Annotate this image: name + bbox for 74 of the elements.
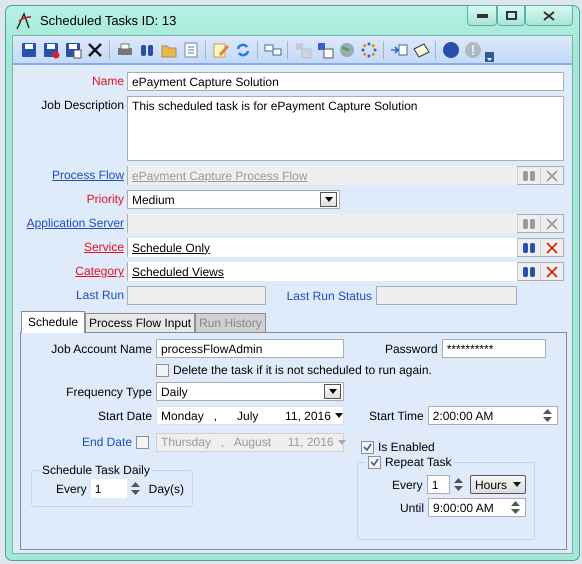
field-link[interactable]: Category xyxy=(75,262,124,281)
maximize-button[interactable] xyxy=(497,5,525,26)
close-icon xyxy=(546,218,558,230)
unit-label: Day(s) xyxy=(148,482,184,496)
caret-icon xyxy=(324,197,332,202)
caret-icon xyxy=(338,440,346,444)
grid-icon[interactable] xyxy=(316,40,334,58)
floppy-icon[interactable] xyxy=(64,40,82,58)
number-field[interactable]: 1 xyxy=(426,475,450,494)
caret-icon xyxy=(513,482,521,487)
floppy-icon[interactable] xyxy=(42,40,60,58)
close-icon xyxy=(546,170,558,182)
close-button[interactable] xyxy=(525,5,573,26)
spinner-icon[interactable] xyxy=(454,476,466,493)
field-label: Name xyxy=(92,73,124,90)
floppy-icon[interactable] xyxy=(20,40,38,58)
field-label: Last Run Status xyxy=(286,288,372,302)
tab[interactable]: Schedule xyxy=(21,311,86,333)
logo-icon xyxy=(16,12,32,30)
date-picker[interactable]: Monday , July 11, 2016 xyxy=(156,406,344,425)
field-link[interactable]: Service xyxy=(84,238,124,257)
caret-icon xyxy=(334,413,343,418)
text-field[interactable]: processFlowAdmin xyxy=(156,339,344,358)
number-field[interactable]: 1 xyxy=(90,479,128,498)
field-label: Every xyxy=(392,478,423,492)
field-label: Password xyxy=(385,342,438,356)
dropdown-button[interactable] xyxy=(320,192,337,207)
list-icon[interactable] xyxy=(182,40,200,58)
checkbox[interactable] xyxy=(156,364,169,376)
field-label: Start Date xyxy=(96,408,152,422)
field-label: Last Run xyxy=(76,287,124,304)
field-label: End Date xyxy=(80,435,132,449)
minimize-button[interactable] xyxy=(467,5,497,26)
window-title: Scheduled Tasks ID: 13 xyxy=(40,13,178,28)
field-label: Frequency Type xyxy=(65,384,152,398)
minimize-icon xyxy=(476,14,488,18)
field-label: Job Description xyxy=(41,97,124,114)
tab[interactable]: Process Flow Input xyxy=(85,313,196,332)
time-field[interactable]: 9:00:00 AM xyxy=(428,498,526,517)
group-title: Schedule Task Daily xyxy=(41,463,151,477)
lookup-field[interactable]: Schedule Only xyxy=(127,238,564,257)
maximize-icon xyxy=(506,11,516,20)
checkbox-label: Delete the task if it is not scheduled to run again. xyxy=(173,363,432,377)
time-field[interactable]: 2:00:00 AM xyxy=(428,406,558,425)
search-button[interactable] xyxy=(517,239,540,256)
field-label: Start Time xyxy=(369,408,424,422)
checkbox-label: Is Enabled xyxy=(378,440,435,454)
close-icon xyxy=(543,10,555,20)
checkbox[interactable] xyxy=(361,440,374,454)
dots-icon[interactable] xyxy=(360,40,378,58)
password-field[interactable]: ********** xyxy=(442,339,546,358)
caret-icon xyxy=(328,389,336,394)
field-label: Every xyxy=(56,482,87,496)
note-icon[interactable] xyxy=(412,40,430,58)
checkbox-label: Repeat Task xyxy=(385,455,452,469)
dropdown[interactable]: Medium xyxy=(127,190,340,209)
dropdown[interactable]: Daily xyxy=(156,382,344,401)
search-button[interactable] xyxy=(517,263,540,280)
close-icon xyxy=(546,266,558,278)
field-label: Priority xyxy=(86,191,124,208)
text-area[interactable]: This scheduled task is for ePayment Capture Solution xyxy=(127,96,564,161)
close-icon xyxy=(546,242,558,254)
checkbox[interactable] xyxy=(368,456,381,468)
close-icon[interactable] xyxy=(86,40,104,58)
field-label: Until xyxy=(400,500,424,514)
dropdown[interactable]: Hours xyxy=(470,475,526,494)
field-label: Job Account Name xyxy=(50,342,152,356)
chevron-icon[interactable] xyxy=(485,52,494,62)
text-field[interactable]: ePayment Capture Solution xyxy=(127,72,564,91)
dropdown-button[interactable] xyxy=(324,384,341,399)
lookup-field[interactable]: Scheduled Views xyxy=(127,262,564,281)
clear-button[interactable] xyxy=(540,239,563,256)
clear-button[interactable] xyxy=(540,263,563,280)
checkbox[interactable] xyxy=(136,436,149,448)
